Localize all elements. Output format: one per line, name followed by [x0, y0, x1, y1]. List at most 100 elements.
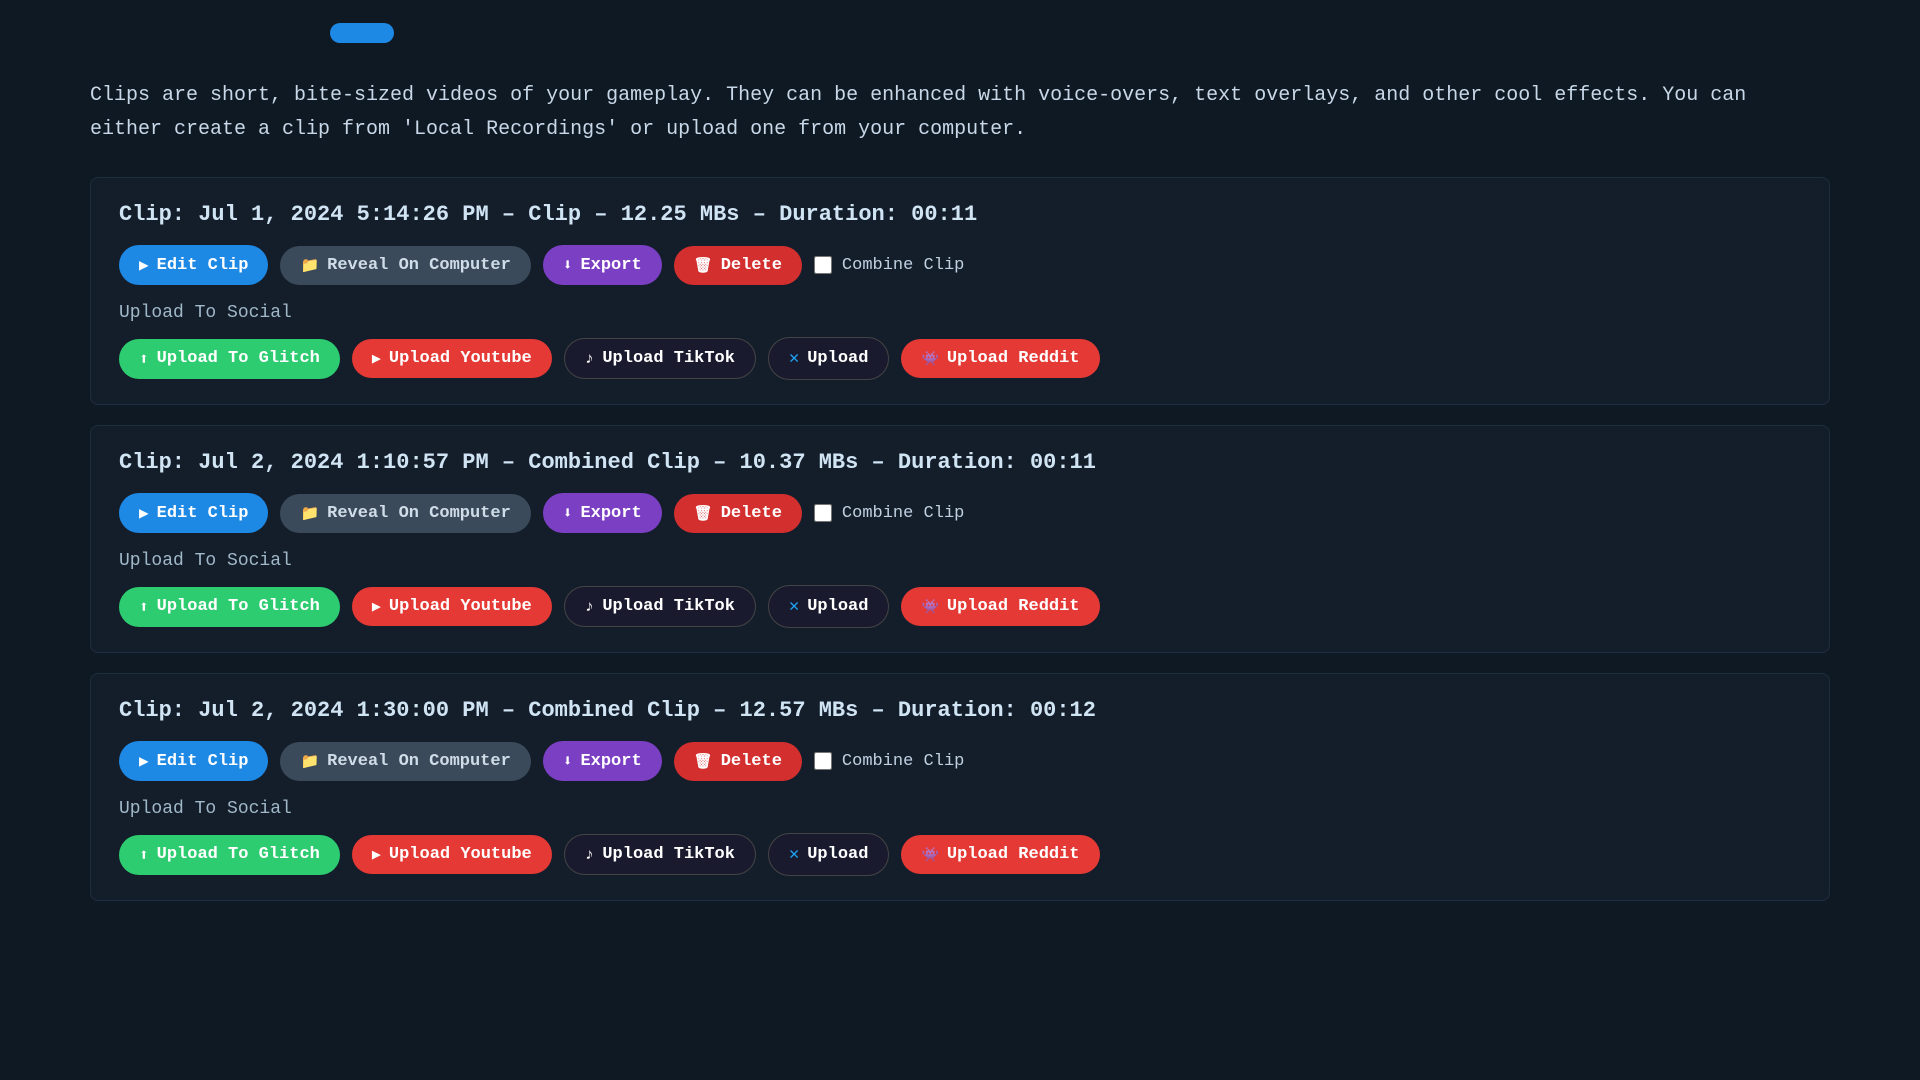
combine-clip-label-3: Combine Clip	[814, 752, 964, 771]
clip-card-3: Clip: Jul 2, 2024 1:30:00 PM – Combined …	[90, 673, 1830, 901]
upload-tiktok-button-3[interactable]: Upload TikTok	[564, 834, 756, 875]
edit-clip-button-1[interactable]: Edit Clip	[119, 245, 268, 285]
social-buttons-row-3: Upload To Glitch ▶ Upload Youtube Upload…	[119, 833, 1801, 876]
social-buttons-row-1: Upload To Glitch ▶ Upload Youtube Upload…	[119, 337, 1801, 380]
delete-label: Delete	[721, 752, 782, 771]
edit-clip-button-3[interactable]: Edit Clip	[119, 741, 268, 781]
upload-glitch-button-1[interactable]: Upload To Glitch	[119, 339, 340, 379]
export-button-2[interactable]: Export	[543, 493, 662, 533]
top-partial-button[interactable]	[330, 23, 394, 43]
play-icon	[139, 255, 149, 275]
folder-icon	[300, 504, 319, 523]
twitter-x-icon	[789, 348, 799, 369]
combine-clip-checkbox-2[interactable]	[814, 504, 832, 522]
export-icon	[563, 503, 573, 523]
upload-social-label-3: Upload To Social	[119, 799, 1801, 819]
upload-youtube-button-1[interactable]: ▶ Upload Youtube	[352, 339, 552, 378]
upload-youtube-button-3[interactable]: ▶ Upload Youtube	[352, 835, 552, 874]
clip-title-1: Clip: Jul 1, 2024 5:14:26 PM – Clip – 12…	[119, 202, 1801, 227]
upload-twitter-button-3[interactable]: Upload	[768, 833, 889, 876]
upload-youtube-label: Upload Youtube	[389, 597, 532, 616]
clip-label: Clip:	[119, 202, 185, 227]
clips-container: Clip: Jul 1, 2024 5:14:26 PM – Clip – 12…	[90, 177, 1830, 901]
upload-social-label-1: Upload To Social	[119, 303, 1801, 323]
twitter-x-icon	[789, 844, 799, 865]
upload-tiktok-label: Upload TikTok	[602, 349, 735, 368]
export-icon	[563, 255, 573, 275]
edit-clip-label: Edit Clip	[157, 504, 249, 523]
youtube-icon: ▶	[372, 349, 381, 368]
delete-button-2[interactable]: Delete	[674, 494, 802, 533]
delete-label: Delete	[721, 256, 782, 275]
upload-glitch-button-3[interactable]: Upload To Glitch	[119, 835, 340, 875]
export-label: Export	[580, 256, 641, 275]
folder-icon	[300, 256, 319, 275]
reddit-icon	[921, 350, 938, 368]
upload-glitch-icon	[139, 597, 149, 617]
upload-twitter-button-1[interactable]: Upload	[768, 337, 889, 380]
combine-clip-text: Combine Clip	[842, 504, 964, 523]
play-icon	[139, 503, 149, 523]
upload-twitter-label: Upload	[807, 349, 868, 368]
delete-label: Delete	[721, 504, 782, 523]
upload-glitch-label: Upload To Glitch	[157, 597, 320, 616]
reddit-icon	[921, 846, 938, 864]
twitter-x-icon	[789, 596, 799, 617]
play-icon	[139, 751, 149, 771]
upload-glitch-icon	[139, 349, 149, 369]
upload-glitch-icon	[139, 845, 149, 865]
reveal-label: Reveal On Computer	[327, 504, 511, 523]
combine-clip-text: Combine Clip	[842, 256, 964, 275]
export-icon	[563, 751, 573, 771]
export-button-3[interactable]: Export	[543, 741, 662, 781]
clip-title-2: Clip: Jul 2, 2024 1:10:57 PM – Combined …	[119, 450, 1801, 475]
clip-label: Clip:	[119, 450, 185, 475]
export-label: Export	[580, 752, 641, 771]
reveal-label: Reveal On Computer	[327, 752, 511, 771]
upload-youtube-label: Upload Youtube	[389, 349, 532, 368]
upload-twitter-label: Upload	[807, 845, 868, 864]
youtube-icon: ▶	[372, 597, 381, 616]
trash-icon	[694, 256, 713, 275]
upload-reddit-button-1[interactable]: Upload Reddit	[901, 339, 1099, 378]
upload-tiktok-button-2[interactable]: Upload TikTok	[564, 586, 756, 627]
youtube-icon: ▶	[372, 845, 381, 864]
reveal-on-computer-button-1[interactable]: Reveal On Computer	[280, 246, 530, 285]
reveal-on-computer-button-2[interactable]: Reveal On Computer	[280, 494, 530, 533]
export-button-1[interactable]: Export	[543, 245, 662, 285]
delete-button-1[interactable]: Delete	[674, 246, 802, 285]
reddit-icon	[921, 598, 938, 616]
action-buttons-row-2: Edit Clip Reveal On Computer Export Dele…	[119, 493, 1801, 533]
reveal-on-computer-button-3[interactable]: Reveal On Computer	[280, 742, 530, 781]
upload-social-label-2: Upload To Social	[119, 551, 1801, 571]
clip-info: Jul 2, 2024 1:10:57 PM – Combined Clip –…	[198, 450, 1096, 475]
combine-clip-checkbox-1[interactable]	[814, 256, 832, 274]
folder-icon	[300, 752, 319, 771]
upload-reddit-label: Upload Reddit	[947, 597, 1080, 616]
upload-glitch-button-2[interactable]: Upload To Glitch	[119, 587, 340, 627]
upload-reddit-label: Upload Reddit	[947, 845, 1080, 864]
delete-button-3[interactable]: Delete	[674, 742, 802, 781]
clip-label: Clip:	[119, 698, 185, 723]
upload-reddit-button-3[interactable]: Upload Reddit	[901, 835, 1099, 874]
upload-reddit-button-2[interactable]: Upload Reddit	[901, 587, 1099, 626]
upload-twitter-button-2[interactable]: Upload	[768, 585, 889, 628]
upload-youtube-label: Upload Youtube	[389, 845, 532, 864]
upload-glitch-label: Upload To Glitch	[157, 845, 320, 864]
upload-youtube-button-2[interactable]: ▶ Upload Youtube	[352, 587, 552, 626]
combine-clip-text: Combine Clip	[842, 752, 964, 771]
intro-text: Clips are short, bite-sized videos of yo…	[90, 79, 1830, 147]
upload-reddit-label: Upload Reddit	[947, 349, 1080, 368]
clip-info: Jul 2, 2024 1:30:00 PM – Combined Clip –…	[198, 698, 1096, 723]
upload-tiktok-button-1[interactable]: Upload TikTok	[564, 338, 756, 379]
clip-card-1: Clip: Jul 1, 2024 5:14:26 PM – Clip – 12…	[90, 177, 1830, 405]
clip-info: Jul 1, 2024 5:14:26 PM – Clip – 12.25 MB…	[198, 202, 977, 227]
edit-clip-button-2[interactable]: Edit Clip	[119, 493, 268, 533]
clip-card-2: Clip: Jul 2, 2024 1:10:57 PM – Combined …	[90, 425, 1830, 653]
upload-glitch-label: Upload To Glitch	[157, 349, 320, 368]
clip-title-3: Clip: Jul 2, 2024 1:30:00 PM – Combined …	[119, 698, 1801, 723]
trash-icon	[694, 752, 713, 771]
combine-clip-checkbox-3[interactable]	[814, 752, 832, 770]
upload-tiktok-label: Upload TikTok	[602, 597, 735, 616]
tiktok-icon	[585, 846, 595, 864]
